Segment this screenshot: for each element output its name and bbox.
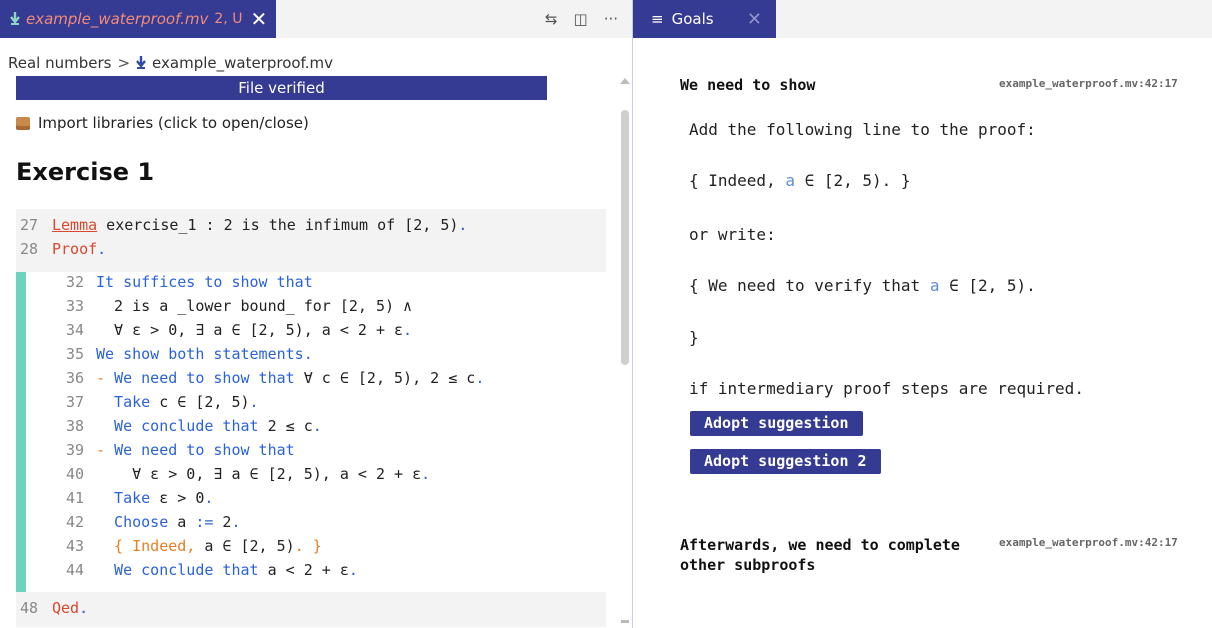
goals-tab-bar: ≡ Goals ✕ [633,0,1212,38]
tab-badge: 2, U [214,11,243,27]
code-line[interactable]: Proof. [52,239,106,259]
close-icon[interactable]: ✕ [250,7,267,31]
import-libraries-toggle[interactable]: Import libraries (click to open/close) [16,114,309,132]
editor-actions: ⇆ ◫ ··· [545,0,618,38]
line-number: 40 [66,465,85,483]
code-line[interactable]: 2 is a _lower bound_ for [2, 5) ∧ [96,296,412,316]
line-number: 35 [66,345,85,363]
goals-pane: ≡ Goals ✕ We need to show example_waterp… [633,0,1212,628]
code-line[interactable]: Lemma exercise_1 : 2 is the infimum of [… [52,215,467,235]
goal-location: example_waterproof.mv:42:17 [999,77,1178,90]
import-libraries-label: Import libraries (click to open/close) [38,114,309,132]
line-number: 44 [66,561,85,579]
code-block[interactable]: 27 Lemma exercise_1 : 2 is the infimum of… [16,209,606,627]
line-number: 41 [66,489,85,507]
code-line[interactable]: ∀ ε > 0, ∃ a ∈ [2, 5), a < 2 + ε. [96,464,430,484]
waterproof-file-icon [10,12,20,25]
line-number: 27 [20,216,39,234]
goal-alt-code: { We need to verify that a ∈ [2, 5). [689,276,1036,295]
code-line[interactable]: It suffices to show that [96,272,313,292]
line-number: 33 [66,297,85,315]
code-line[interactable]: Qed. [52,598,88,618]
tab-goals[interactable]: ≡ Goals ✕ [633,0,776,38]
goal2-title-line2: other subproofs [680,556,816,574]
editor-tab-bar: example_waterproof.mv 2, U ✕ ⇆ ◫ ··· [0,0,632,38]
goal2-location: example_waterproof.mv:42:17 [999,536,1178,549]
goal-suggestion-code: { Indeed, a ∈ [2, 5). } [689,171,911,190]
code-line[interactable]: ∀ ε > 0, ∃ a ∈ [2, 5), a < 2 + ε. [96,320,412,340]
adopt-suggestion-button[interactable]: Adopt suggestion [690,411,863,436]
goal-or-text: or write: [689,225,776,244]
scroll-up-icon[interactable] [620,78,630,84]
goal-alt-close: } [689,328,699,347]
line-number: 28 [20,240,39,258]
editor-pane: example_waterproof.mv 2, U ✕ ⇆ ◫ ··· Rea… [0,0,633,628]
breadcrumb-folder[interactable]: Real numbers [8,54,111,72]
tab-filename: example_waterproof.mv [26,10,209,28]
line-number: 42 [66,513,85,531]
goal-suggestion-text: Add the following line to the proof: [689,120,1036,139]
line-number: 43 [66,537,85,555]
code-line[interactable]: Choose a := 2. [96,512,240,532]
package-icon [16,116,30,130]
code-line[interactable]: Take ε > 0. [96,488,213,508]
breadcrumb-separator: > [117,54,131,72]
code-line[interactable]: We show both statements. [96,344,313,364]
code-line[interactable]: We conclude that a < 2 + ε. [96,560,358,580]
tab-example-waterproof[interactable]: example_waterproof.mv 2, U ✕ [0,0,276,38]
waterproof-file-icon [136,56,146,69]
split-editor-icon[interactable]: ◫ [574,10,588,28]
code-line[interactable]: Take c ∈ [2, 5). [96,392,259,412]
goal-footer-text: if intermediary proof steps are required… [689,379,1084,398]
goal2-title-line1: Afterwards, we need to complete [680,536,960,554]
line-number: 38 [66,417,85,435]
code-line[interactable]: We conclude that 2 ≤ c. [96,416,322,436]
line-number: 48 [20,599,39,617]
exercise-heading: Exercise 1 [16,158,155,186]
line-number: 39 [66,441,85,459]
line-number: 36 [66,369,85,387]
goals-tab-label: Goals [671,10,714,28]
code-line[interactable]: - We need to show that [96,440,295,460]
editor-scrollbar[interactable] [621,110,629,365]
breadcrumb-file[interactable]: example_waterproof.mv [152,54,333,72]
compare-changes-icon[interactable]: ⇆ [545,10,558,28]
goals-list-icon: ≡ [651,10,664,28]
file-verified-banner: File verified [16,76,547,100]
more-actions-icon[interactable]: ··· [604,10,618,28]
line-number: 32 [66,273,85,291]
code-line[interactable]: - We need to show that ∀ c ∈ [2, 5), 2 ≤… [96,368,484,388]
scroll-down-icon[interactable] [621,620,629,623]
line-number: 37 [66,393,85,411]
adopt-suggestion-2-button[interactable]: Adopt suggestion 2 [690,449,881,474]
breadcrumb: Real numbers > example_waterproof.mv [0,52,632,74]
goal-title: We need to show [680,76,816,94]
input-area-marker [16,272,26,592]
close-icon[interactable]: ✕ [747,9,762,30]
line-number: 34 [66,321,85,339]
code-line[interactable]: { Indeed, a ∈ [2, 5). } [96,536,322,556]
